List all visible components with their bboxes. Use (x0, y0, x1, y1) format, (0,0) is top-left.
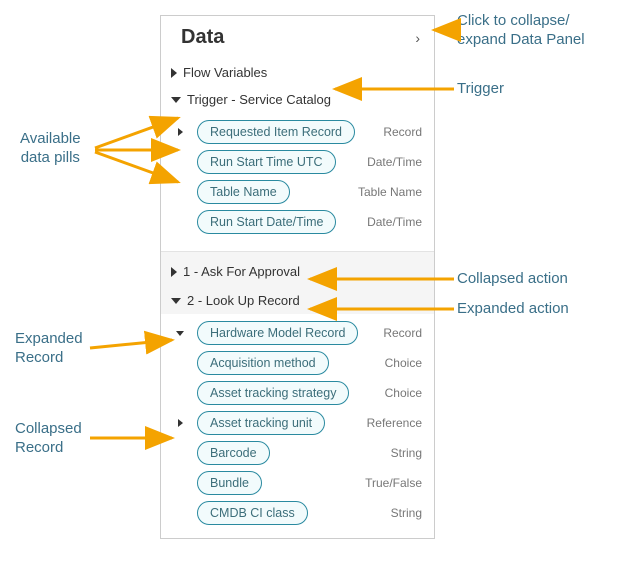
annotation-collapsed-action: Collapsed action (457, 270, 568, 289)
section-flow-variables[interactable]: Flow Variables (161, 59, 434, 86)
section-action-1[interactable]: 1 - Ask For Approval (161, 252, 434, 285)
data-pill[interactable]: Requested Item Record (197, 120, 355, 144)
trigger-pill-list: Requested Item Record Record Run Start T… (161, 113, 434, 247)
chevron-right-icon (178, 419, 183, 427)
annotation-available: Available data pills (20, 130, 81, 168)
pill-row: Table Name Table Name (161, 177, 434, 207)
data-pill[interactable]: Asset tracking unit (197, 411, 325, 435)
chevron-right-icon (171, 267, 177, 277)
section-action-2[interactable]: 2 - Look Up Record (161, 285, 434, 314)
data-pill[interactable]: CMDB CI class (197, 501, 308, 525)
data-pill[interactable]: Bundle (197, 471, 262, 495)
pill-row: Run Start Date/Time Date/Time (161, 207, 434, 237)
annotation-collapse: Click to collapse/ expand Data Panel (457, 12, 585, 50)
pill-row: Hardware Model Record Record (161, 318, 434, 348)
pill-type: True/False (365, 476, 422, 490)
pill-type: Date/Time (367, 155, 422, 169)
annotation-collapsed-record: Collapsed Record (15, 420, 82, 458)
pill-row: CMDB CI class String (161, 498, 434, 528)
chevron-right-icon (178, 128, 183, 136)
annotation-expanded-action: Expanded action (457, 300, 569, 319)
data-pill[interactable]: Run Start Time UTC (197, 150, 336, 174)
pill-type: String (391, 506, 422, 520)
data-pill[interactable]: Run Start Date/Time (197, 210, 336, 234)
pill-type: Record (383, 125, 422, 139)
annotation-expanded-record: Expanded Record (15, 330, 83, 368)
pill-row: Requested Item Record Record (161, 117, 434, 147)
data-pill[interactable]: Hardware Model Record (197, 321, 358, 345)
panel-title: Data (181, 26, 224, 49)
section-label: 2 - Look Up Record (187, 293, 300, 308)
section-label: Trigger - Service Catalog (187, 92, 331, 107)
expand-record-toggle[interactable] (171, 419, 189, 427)
pill-row: Acquisition method Choice (161, 348, 434, 378)
action2-pill-list: Hardware Model Record Record Acquisition… (161, 314, 434, 538)
pill-type: Table Name (358, 185, 422, 199)
pill-type: Record (383, 326, 422, 340)
pill-row: Asset tracking unit Reference (161, 408, 434, 438)
pill-row: Run Start Time UTC Date/Time (161, 147, 434, 177)
chevron-right-icon (171, 68, 177, 78)
pill-type: Choice (385, 386, 422, 400)
expand-record-toggle[interactable] (171, 331, 189, 336)
data-pill[interactable]: Table Name (197, 180, 290, 204)
section-trigger[interactable]: Trigger - Service Catalog (161, 86, 434, 113)
panel-header: Data › (161, 16, 434, 59)
pill-row: Barcode String (161, 438, 434, 468)
data-pill[interactable]: Barcode (197, 441, 270, 465)
chevron-down-icon (176, 331, 184, 336)
chevron-down-icon (171, 97, 181, 103)
pill-row: Asset tracking strategy Choice (161, 378, 434, 408)
pill-row: Bundle True/False (161, 468, 434, 498)
data-panel: Data › Flow Variables Trigger - Service … (160, 15, 435, 539)
pill-type: Choice (385, 356, 422, 370)
data-pill[interactable]: Acquisition method (197, 351, 329, 375)
expand-record-toggle[interactable] (171, 128, 189, 136)
data-pill[interactable]: Asset tracking strategy (197, 381, 349, 405)
collapse-toggle-icon[interactable]: › (411, 28, 424, 48)
pill-type: Date/Time (367, 215, 422, 229)
section-label: 1 - Ask For Approval (183, 264, 300, 279)
chevron-down-icon (171, 298, 181, 304)
annotation-trigger: Trigger (457, 80, 504, 99)
pill-type: Reference (367, 416, 422, 430)
section-label: Flow Variables (183, 65, 267, 80)
pill-type: String (391, 446, 422, 460)
